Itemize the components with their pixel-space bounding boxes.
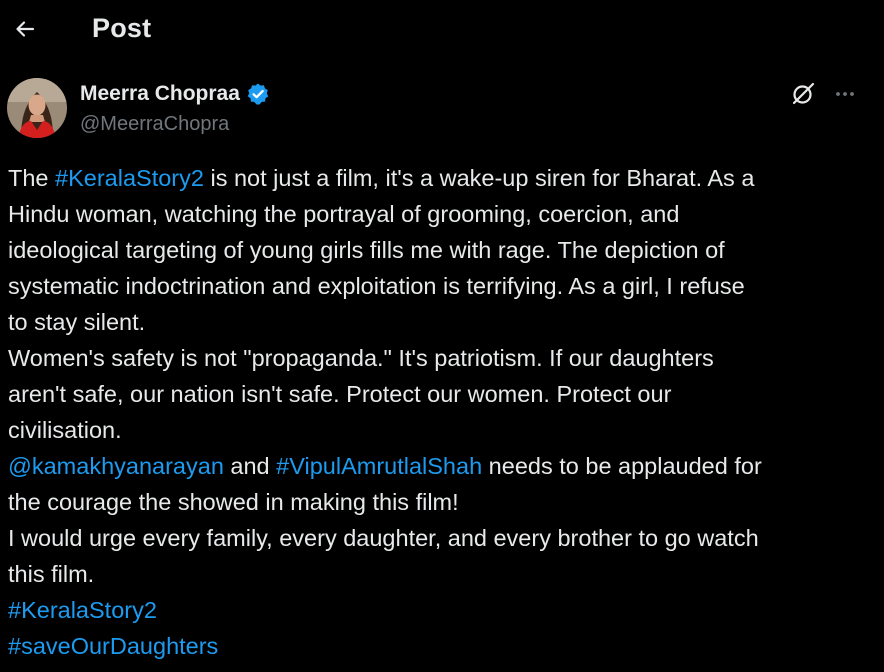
author-name-row: Meerra Chopraa — [80, 82, 270, 106]
mention-link[interactable]: @kamakhyanarayan — [8, 453, 224, 479]
avatar[interactable] — [7, 78, 67, 138]
verified-badge-icon[interactable] — [246, 82, 270, 106]
tweet-line: @kamakhyanarayan and #VipulAmrutlalShah … — [8, 448, 880, 484]
tweet-line: #saveOurDaughters — [8, 628, 880, 664]
tweet-line: civilisation. — [8, 417, 122, 443]
tweet-line: systematic indoctrination and exploitati… — [8, 273, 745, 299]
more-options-button[interactable] — [830, 79, 860, 109]
more-options-icon — [836, 92, 854, 96]
tweet-line: I would urge every family, every daughte… — [8, 525, 759, 551]
tweet-line: the courage the showed in making this fi… — [8, 489, 459, 515]
profile-photo — [7, 78, 67, 138]
top-bar: Post — [0, 0, 884, 60]
tweet-text: The #KeralaStory2 is not just a film, it… — [8, 160, 880, 664]
tweet-text-segment: is not just a film, it's a wake-up siren… — [203, 165, 755, 191]
hashtag-link[interactable]: #KeralaStory2 — [55, 165, 204, 191]
tweet-line: this film. — [8, 561, 95, 587]
back-button[interactable] — [8, 12, 42, 46]
page-title: Post — [92, 13, 152, 43]
grok-button[interactable] — [788, 79, 818, 109]
tweet-line: #KeralaStory2 — [8, 592, 880, 628]
arrow-left-icon — [16, 21, 35, 37]
tweet-text-segment: needs to be applauded for — [482, 453, 762, 479]
hashtag-link[interactable]: #KeralaStory2 — [8, 597, 157, 623]
tweet-line: aren't safe, our nation isn't safe. Prot… — [8, 381, 672, 407]
tweet-text-segment: and — [223, 453, 277, 479]
display-name[interactable]: Meerra Chopraa — [80, 82, 240, 106]
tweet-line: The #KeralaStory2 is not just a film, it… — [8, 160, 880, 196]
tweet-line: to stay silent. — [8, 309, 146, 335]
hashtag-link[interactable]: #saveOurDaughters — [8, 633, 218, 659]
tweet-line: Women's safety is not "propaganda." It's… — [8, 345, 714, 371]
hashtag-link[interactable]: #VipulAmrutlalShah — [276, 453, 482, 479]
tweet-line: ideological targeting of young girls fil… — [8, 237, 725, 263]
tweet-text-segment: The — [8, 165, 56, 191]
author-handle[interactable]: @MeerraChopra — [80, 113, 229, 136]
tweet-line: Hindu woman, watching the portrayal of g… — [8, 201, 680, 227]
grok-icon — [792, 82, 815, 105]
